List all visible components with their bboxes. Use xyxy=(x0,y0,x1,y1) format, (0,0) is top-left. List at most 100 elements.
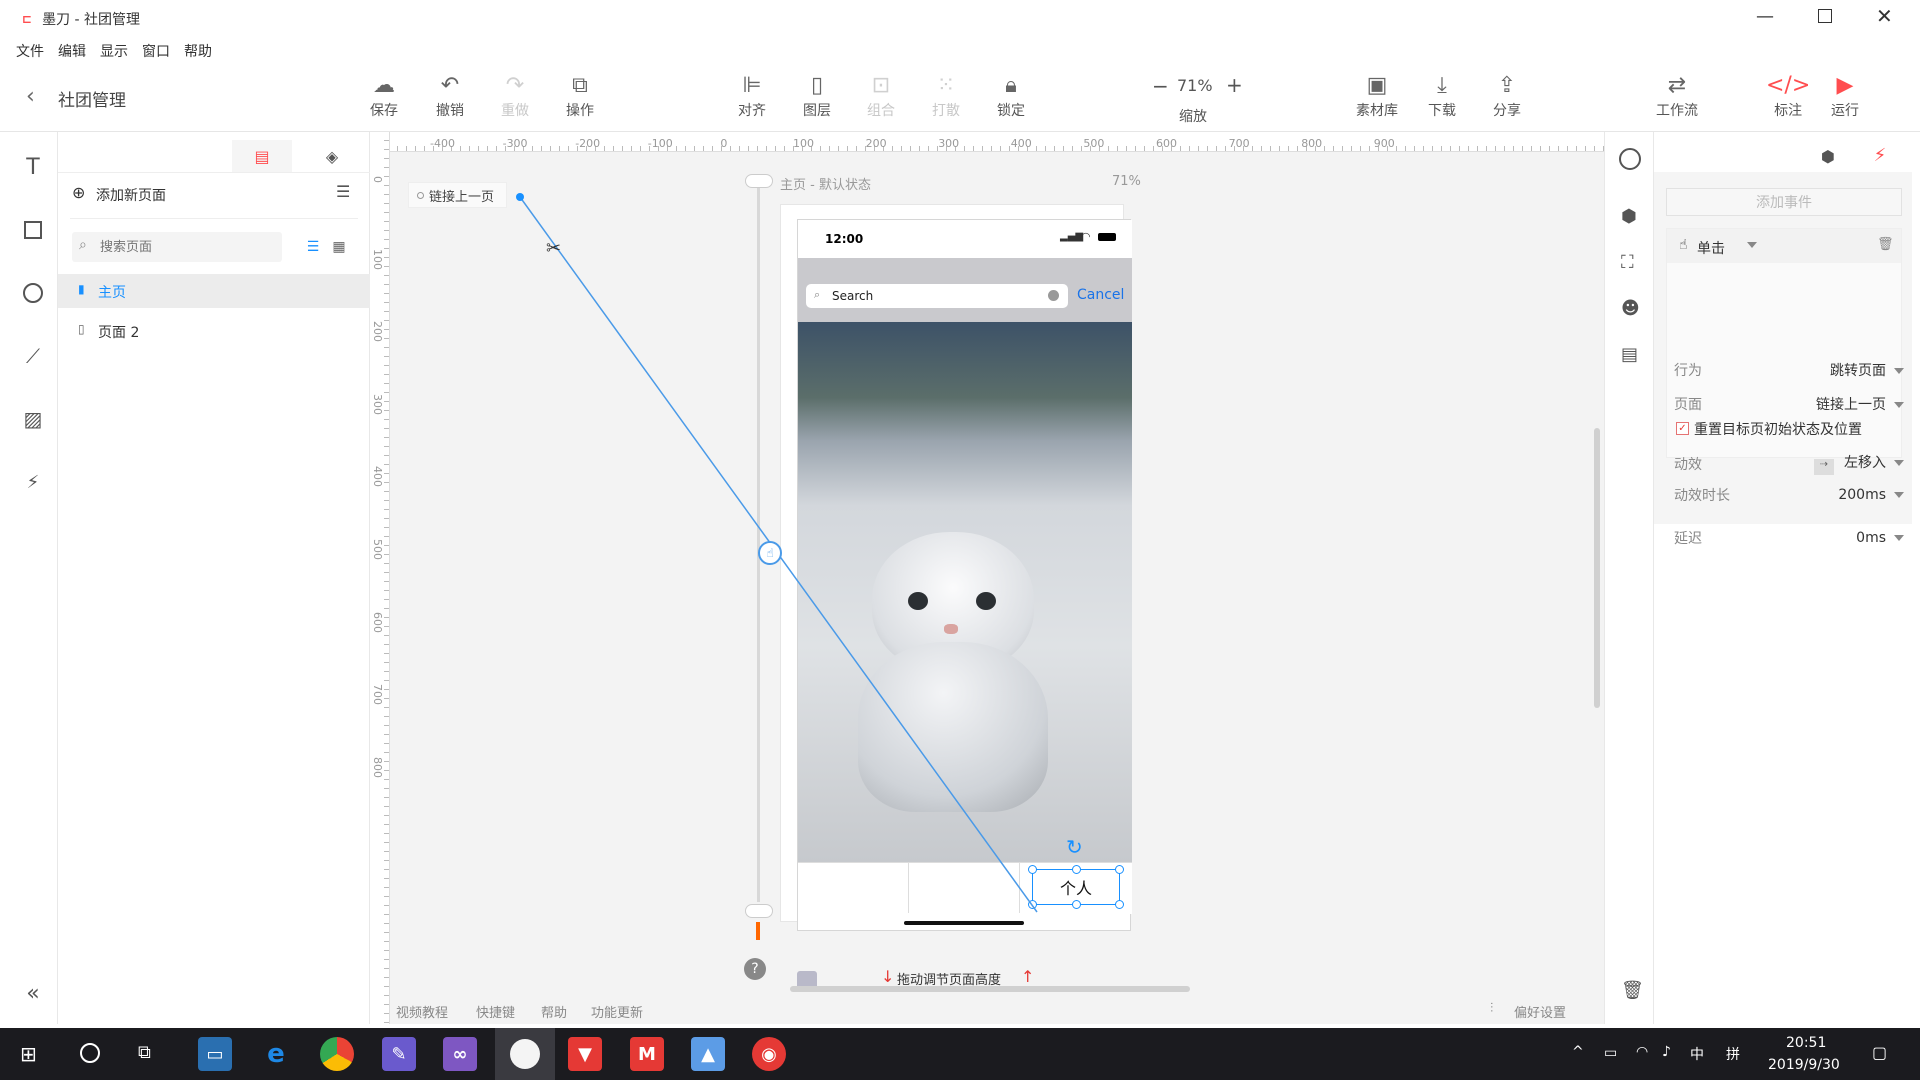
phone-screen[interactable]: 12:00 ▂▄▆ ◠ ⌕ Search Cancel ↻ 个人 xyxy=(797,219,1132,931)
taskbar-app-red-icon[interactable]: ▼ xyxy=(568,1037,602,1071)
clock-time[interactable]: 20:51 xyxy=(1786,1035,1826,1051)
annotate-button[interactable]: </> 标注 xyxy=(1766,70,1810,120)
text-tool-icon[interactable]: T xyxy=(20,154,46,180)
footer-link-help[interactable]: 帮助 xyxy=(541,1002,567,1021)
zoom-in-button[interactable]: + xyxy=(1226,73,1243,97)
menu-view[interactable]: 显示 xyxy=(100,41,128,61)
footer-link-updates[interactable]: 功能更新 xyxy=(591,1002,643,1021)
assets-button[interactable]: ▣ 素材库 xyxy=(1356,70,1398,120)
menu-help[interactable]: 帮助 xyxy=(184,41,212,61)
rectangle-tool-icon[interactable] xyxy=(20,217,46,243)
interaction-tab-icon[interactable]: ⚡ xyxy=(1854,140,1906,172)
group-button[interactable]: ⊡ 组合 xyxy=(867,70,895,120)
circle-tool-icon[interactable] xyxy=(20,280,46,306)
ime-indicator[interactable]: 中 xyxy=(1690,1044,1704,1064)
tab-item-1[interactable] xyxy=(798,863,909,913)
grid-view-icon[interactable]: ▦ xyxy=(328,236,350,258)
taskbar-photos-icon[interactable]: ▲ xyxy=(691,1037,725,1071)
volume-tray-icon[interactable]: ♪ xyxy=(1662,1044,1671,1060)
delay-row[interactable]: 延迟 0ms xyxy=(1674,528,1904,548)
list-view-icon[interactable]: ☰ xyxy=(302,236,324,258)
emoji-icon[interactable]: ☻ xyxy=(1621,298,1640,319)
image-tool-icon[interactable]: ▨ xyxy=(20,406,46,432)
selection-handle[interactable] xyxy=(1072,900,1081,909)
back-icon[interactable]: ‹ xyxy=(26,84,35,109)
cortana-icon[interactable] xyxy=(80,1043,100,1063)
selection-handle[interactable] xyxy=(1115,900,1124,909)
design-canvas[interactable]: 链接上一页 主页 - 默认状态 71% ? 12:00 ▂▄▆ ◠ ⌕ Sear… xyxy=(370,132,1604,1024)
footer-link-shortcuts[interactable]: 快捷键 xyxy=(476,1002,515,1021)
menu-edit[interactable]: 编辑 xyxy=(58,41,86,61)
duration-row[interactable]: 动效时长 200ms xyxy=(1674,485,1904,505)
delete-event-icon[interactable]: 🗑︎ xyxy=(1877,237,1894,252)
settings-tab-icon[interactable]: ⬢ xyxy=(1808,142,1848,170)
height-slider-bottom-handle[interactable] xyxy=(745,904,773,918)
phone-search-field[interactable]: ⌕ Search xyxy=(806,284,1068,308)
hotspot-tool-icon[interactable]: ⚡ xyxy=(20,469,46,495)
link-tag[interactable]: 链接上一页 xyxy=(408,182,508,208)
taskbar-modao-icon[interactable] xyxy=(495,1028,555,1080)
footer-link-tutorial[interactable]: 视频教程 xyxy=(396,1002,448,1021)
selection-handle[interactable] xyxy=(1028,865,1037,874)
menu-file[interactable]: 文件 xyxy=(16,41,44,61)
cube-icon[interactable]: ⬢ xyxy=(1621,206,1637,227)
page-settings-icon[interactable]: ☰ xyxy=(336,182,350,201)
height-slider-top-handle[interactable] xyxy=(745,174,773,188)
tray-chevron-icon[interactable]: ^ xyxy=(1572,1044,1584,1060)
page-item-2[interactable]: ▯ 页面 2 xyxy=(58,314,370,348)
page-search-box[interactable]: ⌕ xyxy=(72,232,282,262)
taskbar-app-explorer-icon[interactable]: ▭ xyxy=(198,1037,232,1071)
redo-button[interactable]: ↷ 重做 xyxy=(501,70,529,120)
selection-handle[interactable] xyxy=(1115,865,1124,874)
reset-checkbox[interactable]: ✓ xyxy=(1676,422,1689,435)
taskbar-gmail-icon[interactable]: M xyxy=(630,1037,664,1071)
page-item-home[interactable]: ▮ 主页 xyxy=(58,274,370,308)
target-page-row[interactable]: 页面 链接上一页 xyxy=(1674,394,1904,414)
share-button[interactable]: ⇪ 分享 xyxy=(1493,70,1521,120)
notification-icon[interactable]: ▢ xyxy=(1872,1043,1887,1062)
cancel-button[interactable]: Cancel xyxy=(1077,287,1124,303)
animation-row[interactable]: 动效 ⇢ 左移入 xyxy=(1674,452,1904,475)
undo-button[interactable]: ↶ 撤销 xyxy=(436,70,464,120)
download-button[interactable]: ⤓ 下载 xyxy=(1428,70,1456,120)
lock-button[interactable]: 🔒︎ 锁定 xyxy=(997,70,1025,120)
action-row[interactable]: 行为 跳转页面 xyxy=(1674,360,1904,380)
ungroup-button[interactable]: ⁙ 打散 xyxy=(932,70,960,120)
layers-tab-icon[interactable]: ◈ xyxy=(312,140,352,172)
battery-tray-icon[interactable]: ▭ xyxy=(1604,1045,1617,1061)
transform-icon[interactable]: ⛶ xyxy=(1621,252,1634,273)
horizontal-scrollbar[interactable] xyxy=(790,986,1190,992)
taskbar-visual-studio-icon[interactable]: ∞ xyxy=(443,1037,477,1071)
tab-item-3[interactable]: 个人 xyxy=(1028,865,1124,909)
trigger-select[interactable]: 单击 xyxy=(1697,238,1725,258)
pages-tab-icon[interactable]: ▤ xyxy=(232,140,292,172)
refresh-icon[interactable]: ↻ xyxy=(1066,835,1083,859)
operations-button[interactable]: ⧉ 操作 xyxy=(566,70,594,120)
line-tool-icon[interactable]: ⟋ xyxy=(20,343,46,369)
artboard[interactable]: 12:00 ▂▄▆ ◠ ⌕ Search Cancel ↻ 个人 ↓ 拖动调节页… xyxy=(780,204,1132,991)
target-icon[interactable] xyxy=(1619,148,1641,170)
help-icon[interactable]: ? xyxy=(744,958,766,980)
add-page-button[interactable]: 添加新页面 xyxy=(96,185,166,205)
link-hotspot-icon[interactable]: ☝ xyxy=(758,541,782,565)
taskbar-chrome-icon[interactable] xyxy=(320,1037,354,1071)
workflow-button[interactable]: ⇄ 工作流 xyxy=(1656,70,1698,120)
preferences-link[interactable]: 偏好设置 xyxy=(1514,1002,1566,1021)
save-button[interactable]: ☁ 保存 xyxy=(370,70,398,120)
align-button[interactable]: ⊫ 对齐 xyxy=(738,70,766,120)
trash-icon[interactable]: 🗑︎ xyxy=(1621,980,1644,1001)
windows-start-icon[interactable]: ⊞ xyxy=(20,1042,37,1066)
height-slider-track[interactable] xyxy=(757,178,760,902)
wifi-tray-icon[interactable]: ◠ xyxy=(1636,1044,1648,1060)
vertical-scrollbar[interactable] xyxy=(1594,428,1600,708)
clear-icon[interactable] xyxy=(1048,290,1059,301)
layout-icon[interactable]: ▤ xyxy=(1621,344,1638,365)
add-event-button[interactable]: 添加事件 xyxy=(1666,188,1902,216)
close-button[interactable]: ✕ xyxy=(1876,4,1893,28)
cat-photo[interactable]: ↻ xyxy=(798,322,1132,862)
tab-item-2[interactable] xyxy=(909,863,1020,913)
preferences-icon[interactable]: ⫶ xyxy=(1490,1001,1493,1016)
clock-date[interactable]: 2019/9/30 xyxy=(1768,1057,1840,1073)
selection-handle[interactable] xyxy=(1072,865,1081,874)
taskbar-netease-music-icon[interactable]: ◉ xyxy=(752,1037,786,1071)
